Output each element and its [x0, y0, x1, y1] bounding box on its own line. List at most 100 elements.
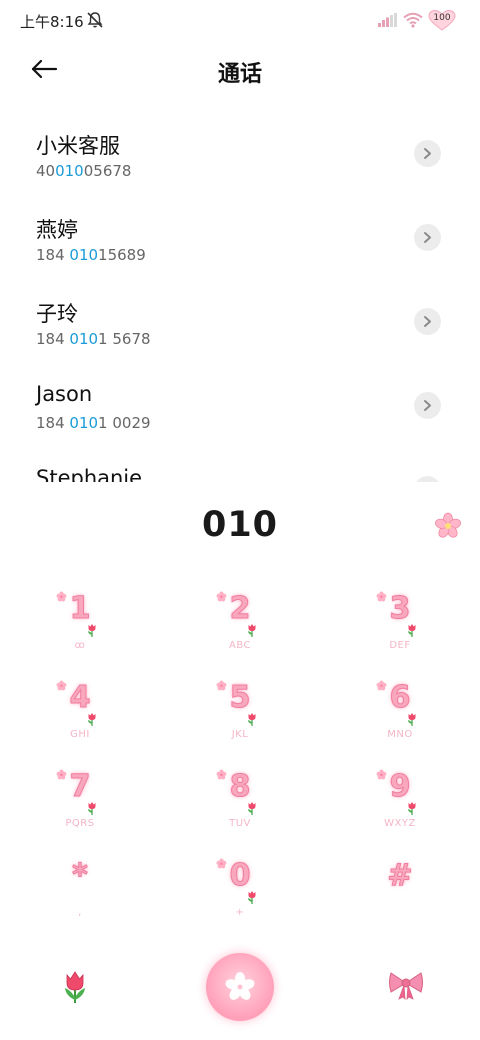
- mini-tulip-icon: [88, 802, 96, 815]
- key-5[interactable]: 5 JKL: [185, 674, 295, 754]
- key-4[interactable]: 4 GHI: [25, 674, 135, 754]
- signal-strength-icon: [378, 13, 397, 27]
- mini-blossom-icon: [376, 680, 387, 691]
- cherry-blossom-icon[interactable]: [434, 512, 462, 540]
- contact-search-results[interactable]: 小米客服 4001005678 燕婷 184 01015689 子玲 184 0…: [0, 112, 480, 482]
- key-digit: 7: [69, 769, 91, 805]
- key-letters: TUV: [229, 818, 251, 829]
- contact-name: 小米客服: [36, 134, 120, 158]
- number-match: 010: [69, 414, 99, 432]
- key-digit: #: [387, 858, 413, 894]
- mini-tulip-icon: [88, 624, 96, 637]
- contact-item[interactable]: 子玲 184 0101 5678: [0, 280, 480, 364]
- contact-name: 子玲: [36, 302, 78, 326]
- key-9[interactable]: 9 WXYZ: [345, 763, 455, 843]
- contact-item[interactable]: Stephanie: [0, 448, 480, 482]
- key-7[interactable]: 7 PQRS: [25, 763, 135, 843]
- key-digit: 0: [229, 858, 251, 894]
- contact-detail-button[interactable]: [414, 224, 441, 251]
- number-suffix: 1 5678: [98, 330, 151, 348]
- number-match: 010: [69, 330, 99, 348]
- key-letters: ABC: [228, 640, 251, 651]
- number-match: 010: [69, 246, 99, 264]
- key-letters: +: [235, 907, 245, 918]
- key-star[interactable]: *,: [25, 852, 135, 932]
- contact-detail-button[interactable]: [414, 392, 441, 419]
- key-digit: 5: [229, 680, 251, 716]
- contact-detail-button[interactable]: [414, 308, 441, 335]
- contact-name: Jason: [36, 382, 93, 406]
- notifications-muted-icon: [87, 12, 103, 28]
- wifi-icon: [403, 12, 423, 28]
- number-suffix: 05678: [83, 162, 132, 180]
- cherry-blossom-icon: [225, 972, 255, 1000]
- key-letters: ,: [78, 907, 82, 918]
- number-prefix: 184: [36, 414, 70, 432]
- mini-blossom-icon: [56, 591, 67, 602]
- key-digit: 1: [69, 591, 91, 627]
- contact-detail-button[interactable]: [414, 476, 441, 482]
- contact-name: 燕婷: [36, 218, 78, 242]
- key-digit: *: [72, 858, 89, 894]
- mini-tulip-icon: [88, 713, 96, 726]
- chevron-right-icon: [424, 316, 431, 327]
- mini-tulip-icon: [408, 802, 416, 815]
- key-2[interactable]: 2 ABC: [185, 585, 295, 665]
- battery-indicator: 100: [428, 10, 456, 31]
- key-digit: 8: [229, 769, 251, 805]
- key-digit: 4: [69, 680, 91, 716]
- call-button[interactable]: [206, 953, 274, 1021]
- ribbon-bow-icon[interactable]: [388, 970, 424, 1000]
- key-letters: DEF: [389, 640, 411, 651]
- mini-blossom-icon: [56, 680, 67, 691]
- chevron-right-icon: [424, 400, 431, 411]
- mini-blossom-icon: [216, 769, 227, 780]
- key-1[interactable]: 1ꝏ: [25, 585, 135, 665]
- page-title: 通话: [217, 62, 262, 87]
- key-6[interactable]: 6 MNO: [345, 674, 455, 754]
- key-0[interactable]: 0 +: [185, 852, 295, 932]
- number-suffix: 1 0029: [98, 414, 151, 432]
- key-digit: 2: [229, 591, 251, 627]
- number-prefix: 184: [36, 330, 70, 348]
- key-letters: WXYZ: [384, 818, 416, 829]
- status-bar: 上午8:16 100: [0, 0, 480, 40]
- mini-blossom-icon: [376, 769, 387, 780]
- contact-name: Stephanie: [36, 466, 143, 482]
- tulip-icon[interactable]: [60, 970, 90, 1004]
- status-time: 上午8:16: [20, 13, 84, 31]
- mini-tulip-icon: [248, 713, 256, 726]
- number-prefix: 184: [36, 246, 70, 264]
- mini-blossom-icon: [376, 591, 387, 602]
- number-match: 010: [55, 162, 84, 180]
- key-letters: GHI: [70, 729, 90, 740]
- mini-tulip-icon: [248, 802, 256, 815]
- key-8[interactable]: 8 TUV: [185, 763, 295, 843]
- contact-number: 4001005678: [36, 162, 131, 180]
- mini-tulip-icon: [408, 713, 416, 726]
- contact-item[interactable]: Jason 184 0101 0029: [0, 364, 480, 448]
- contact-number: 184 0101 0029: [36, 414, 151, 432]
- chevron-right-icon: [424, 232, 431, 243]
- mini-tulip-icon: [408, 624, 416, 637]
- dialed-number-display: 010: [201, 505, 279, 545]
- battery-level: 100: [433, 13, 451, 23]
- mini-blossom-icon: [216, 680, 227, 691]
- key-digit: 3: [389, 591, 411, 627]
- mini-blossom-icon: [216, 858, 227, 869]
- key-letters: JKL: [231, 729, 249, 740]
- contact-item[interactable]: 燕婷 184 01015689: [0, 196, 480, 280]
- mini-tulip-icon: [248, 624, 256, 637]
- key-digit: 6: [389, 680, 411, 716]
- mini-tulip-icon: [248, 891, 256, 904]
- key-letters: PQRS: [65, 818, 95, 829]
- contact-item[interactable]: 小米客服 4001005678: [0, 112, 480, 196]
- number-prefix: 40: [36, 162, 56, 180]
- contact-detail-button[interactable]: [414, 140, 441, 167]
- key-hash[interactable]: #: [345, 852, 455, 932]
- contact-number: 184 0101 5678: [36, 330, 151, 348]
- key-letters: MNO: [387, 729, 413, 740]
- key-3[interactable]: 3 DEF: [345, 585, 455, 665]
- key-letters: ꝏ: [74, 640, 86, 651]
- chevron-right-icon: [424, 148, 431, 159]
